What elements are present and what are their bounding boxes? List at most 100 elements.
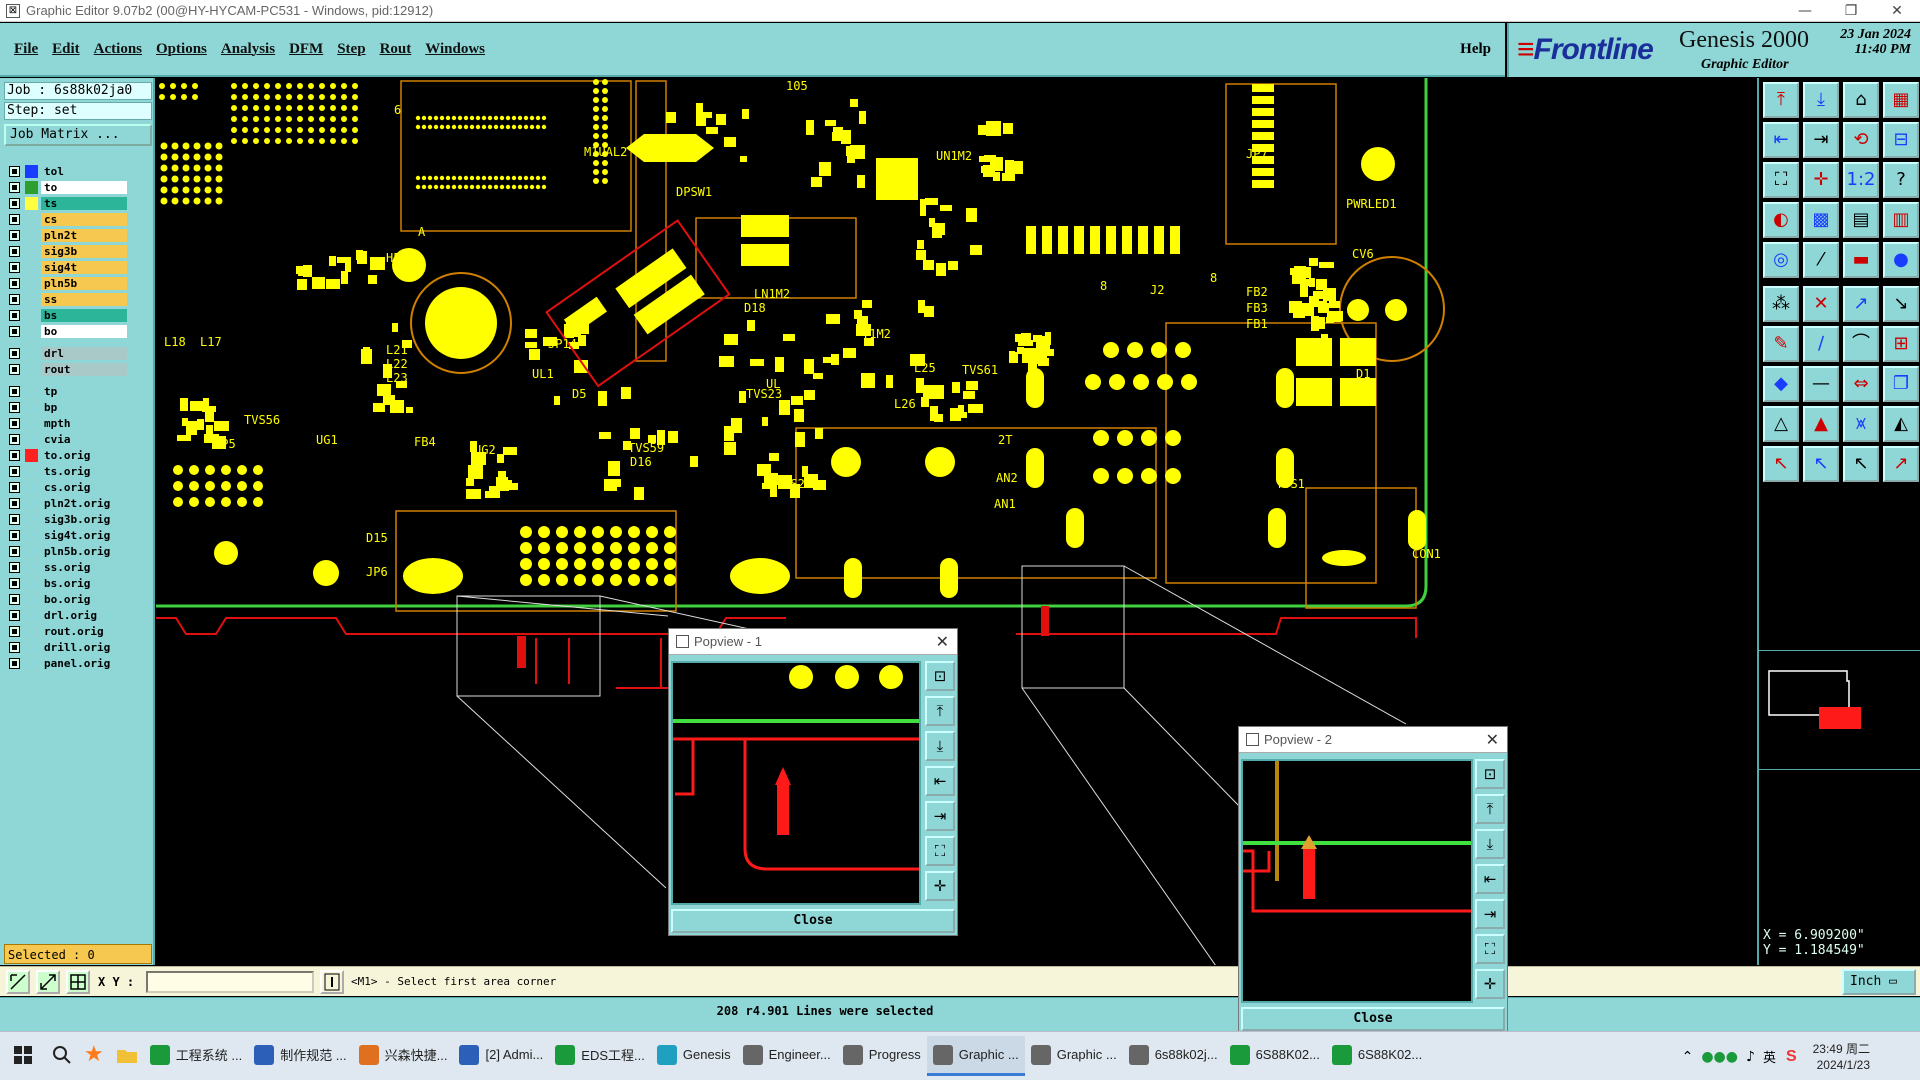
- step-repeat-tool-button[interactable]: ⊞: [1883, 326, 1919, 362]
- layer-row-rout[interactable]: rout: [4, 362, 127, 377]
- tri-2-tool-button[interactable]: ▲: [1803, 406, 1839, 442]
- popview-tool-button[interactable]: ⇥: [925, 801, 955, 831]
- layer-name[interactable]: rout.orig: [41, 625, 127, 638]
- layer-row-bp[interactable]: bp: [4, 400, 127, 415]
- taskbar-app-8[interactable]: Graphic ...: [926, 1036, 1025, 1076]
- layer-checkbox[interactable]: [9, 246, 20, 257]
- layer-row-sig3b-orig[interactable]: sig3b.orig: [4, 512, 127, 527]
- pan-right-tool-button[interactable]: ⇥: [1803, 122, 1839, 158]
- layer-row-sig4t[interactable]: sig4t: [4, 260, 127, 275]
- grid-button[interactable]: [66, 970, 90, 994]
- layer-row-rout-orig[interactable]: rout.orig: [4, 624, 127, 639]
- split-tool-button[interactable]: ⊟: [1883, 122, 1919, 158]
- layer-color-swatch[interactable]: [25, 325, 38, 338]
- layer-name[interactable]: sig3b: [41, 245, 127, 258]
- layer-color-swatch[interactable]: [25, 497, 38, 510]
- taskbar-clock[interactable]: 23:49 周二 2024/1/23: [1813, 1041, 1870, 1073]
- layer-name[interactable]: pln5b: [41, 277, 127, 290]
- layer-checkbox[interactable]: [9, 326, 20, 337]
- layer-row-pln2t[interactable]: pln2t: [4, 228, 127, 243]
- copy-blue-tool-button[interactable]: ❐: [1883, 366, 1919, 402]
- scale-1-2-tool-button[interactable]: 1:2: [1843, 162, 1879, 198]
- layer-name[interactable]: mpth: [41, 417, 127, 430]
- ime-indicator[interactable]: 英: [1763, 1047, 1776, 1066]
- layer-row-bs-orig[interactable]: bs.orig: [4, 576, 127, 591]
- cross-blue-tool-button[interactable]: ✕: [1803, 286, 1839, 322]
- popview-tool-button[interactable]: ⇥: [1475, 899, 1505, 929]
- layer-color-swatch[interactable]: [25, 197, 38, 210]
- taskbar-app-3[interactable]: [2] Admi...: [453, 1036, 549, 1076]
- layer-name[interactable]: sig4t: [41, 261, 127, 274]
- layer-name[interactable]: to.orig: [41, 449, 127, 462]
- pointer-tool-button[interactable]: ↖: [1763, 446, 1799, 482]
- layer-color-swatch[interactable]: [25, 449, 38, 462]
- layer-color-swatch[interactable]: [25, 657, 38, 670]
- layer-checkbox[interactable]: [9, 182, 20, 193]
- layer-color-swatch[interactable]: [25, 561, 38, 574]
- layer-row-pln5b-orig[interactable]: pln5b.orig: [4, 544, 127, 559]
- layer-row-to-orig[interactable]: to.orig: [4, 448, 127, 463]
- xy-input[interactable]: [146, 971, 314, 993]
- arc-tool-button[interactable]: ⌒: [1843, 326, 1879, 362]
- pan-left-tool-button[interactable]: ⇤: [1763, 122, 1799, 158]
- tray-chevron-icon[interactable]: ⌃: [1682, 1049, 1694, 1065]
- layer-checkbox[interactable]: [9, 626, 20, 637]
- restore-button[interactable]: ❐: [1828, 0, 1874, 22]
- sogou-icon[interactable]: S: [1786, 1048, 1797, 1066]
- layer-checkbox[interactable]: [9, 294, 20, 305]
- layer-checkbox[interactable]: [9, 594, 20, 605]
- help-tool-button[interactable]: ?: [1883, 162, 1919, 198]
- layer-name[interactable]: bo: [41, 325, 127, 338]
- layer-checkbox[interactable]: [9, 434, 20, 445]
- taskbar-app-12[interactable]: 6S88K02...: [1326, 1036, 1428, 1076]
- layer-row-ts[interactable]: ts: [4, 196, 127, 211]
- layer-color-swatch[interactable]: [25, 609, 38, 622]
- layer-name[interactable]: drill.orig: [41, 641, 127, 654]
- dot-tool-button[interactable]: ●: [1883, 242, 1919, 278]
- layer-name[interactable]: rout: [41, 363, 127, 376]
- move-down-tool-button[interactable]: ⤓: [1803, 82, 1839, 118]
- snap-button[interactable]: [36, 970, 60, 994]
- pad-red-tool-button[interactable]: ◆: [1763, 366, 1799, 402]
- layer-checkbox[interactable]: [9, 642, 20, 653]
- layer-name[interactable]: tol: [41, 165, 127, 178]
- layer-color-swatch[interactable]: [25, 529, 38, 542]
- layer-color-swatch[interactable]: [25, 417, 38, 430]
- layer-color-swatch[interactable]: [25, 401, 38, 414]
- ruler-tool-button[interactable]: ▬: [1843, 242, 1879, 278]
- menu-options[interactable]: Options: [156, 41, 207, 58]
- layer-name[interactable]: pln2t.orig: [41, 497, 127, 510]
- popview-2-close-button[interactable]: Close: [1241, 1007, 1505, 1031]
- layer-color-swatch[interactable]: [25, 309, 38, 322]
- grid-tool-button[interactable]: ▩: [1803, 202, 1839, 238]
- tri-1-tool-button[interactable]: △: [1763, 406, 1799, 442]
- layers-tool-button[interactable]: ◐: [1763, 202, 1799, 238]
- popview-2-close-icon[interactable]: ✕: [1486, 727, 1499, 753]
- layer-checkbox[interactable]: [9, 450, 20, 461]
- panel-tool-button[interactable]: ▦: [1883, 82, 1919, 118]
- layer-checkbox[interactable]: [9, 610, 20, 621]
- menu-windows[interactable]: Windows: [425, 41, 485, 58]
- layer-checkbox[interactable]: [9, 530, 20, 541]
- layer-row-sig4t-orig[interactable]: sig4t.orig: [4, 528, 127, 543]
- layer-checkbox[interactable]: [9, 348, 20, 359]
- menu-rout[interactable]: Rout: [380, 41, 412, 58]
- taskbar-search[interactable]: [46, 1036, 78, 1076]
- layer-color-swatch[interactable]: [25, 625, 38, 638]
- pointer-2-tool-button[interactable]: ↖: [1803, 446, 1839, 482]
- layer-checkbox[interactable]: [9, 466, 20, 477]
- taskbar-explorer[interactable]: [110, 1036, 144, 1076]
- tri-3-tool-button[interactable]: ⩙: [1843, 406, 1879, 442]
- layer-checkbox[interactable]: [9, 364, 20, 375]
- menu-dfm[interactable]: DFM: [289, 41, 323, 58]
- layer-name[interactable]: cs.orig: [41, 481, 127, 494]
- layer-name[interactable]: sig3b.orig: [41, 513, 127, 526]
- layer-color-swatch[interactable]: [25, 347, 38, 360]
- edit-line-tool-button[interactable]: ✎: [1763, 326, 1799, 362]
- layer-checkbox[interactable]: [9, 402, 20, 413]
- layer-row-drill-orig[interactable]: drill.orig: [4, 640, 127, 655]
- layer-name[interactable]: bs: [41, 309, 127, 322]
- zoom-center-tool-button[interactable]: ✛: [1803, 162, 1839, 198]
- layer-checkbox[interactable]: [9, 166, 20, 177]
- zoom-fit-tool-button[interactable]: ⛶: [1763, 162, 1799, 198]
